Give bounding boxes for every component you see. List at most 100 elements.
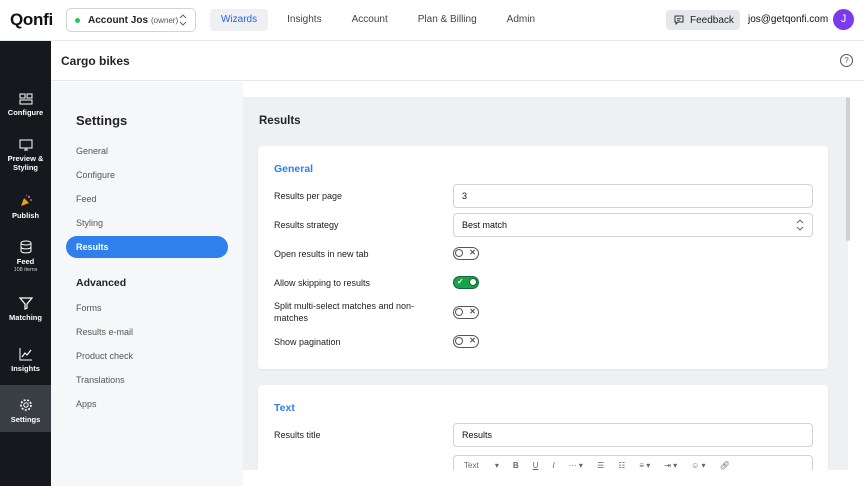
- rich-text-toolbar: Text ▾ B U I ··· ▾ ☰ ☷ ≡ ▾ ⇥ ▾ ☺ ▾ 🔗︎: [453, 455, 813, 470]
- settings-nav-product-check[interactable]: Product check: [66, 345, 228, 367]
- page-title: Cargo bikes: [61, 54, 130, 68]
- settings-nav-general[interactable]: General: [66, 140, 228, 162]
- sidebar-item-label: Publish: [11, 211, 40, 220]
- sidebar: Configure Preview & Styling Publish Feed…: [0, 41, 51, 486]
- account-name: Account Jos: [88, 14, 149, 26]
- text-card: Text Results title Results Text ▾ B U I …: [258, 385, 828, 470]
- settings-nav-forms[interactable]: Forms: [66, 297, 228, 319]
- toggle-knob: [455, 249, 463, 257]
- results-per-page-label: Results per page: [274, 191, 343, 201]
- bold-icon[interactable]: B: [513, 461, 519, 470]
- chat-icon: [674, 15, 684, 25]
- results-per-page-input[interactable]: 3: [453, 184, 813, 208]
- nav-insights[interactable]: Insights: [276, 9, 332, 31]
- content-title: Results: [259, 115, 301, 127]
- nav-admin[interactable]: Admin: [496, 9, 546, 31]
- split-matches-toggle[interactable]: ✕: [453, 306, 479, 319]
- results-strategy-select[interactable]: Best match: [453, 213, 813, 237]
- text-card-title: Text: [274, 402, 295, 414]
- settings-nav-results-email[interactable]: Results e-mail: [66, 321, 228, 343]
- page-header: Cargo bikes ?: [51, 41, 864, 81]
- italic-icon[interactable]: I: [552, 461, 554, 470]
- show-pagination-label: Show pagination: [274, 337, 341, 347]
- toggle-knob: [455, 308, 463, 316]
- text-style-label: Text: [464, 461, 479, 470]
- more-options-icon[interactable]: ··· ▾: [569, 461, 583, 470]
- feed-count: 108 items: [13, 267, 38, 273]
- settings-heading: Settings: [76, 113, 128, 128]
- settings-nav-results[interactable]: Results: [66, 236, 228, 258]
- results-title-label: Results title: [274, 430, 321, 440]
- show-pagination-toggle[interactable]: ✕: [453, 335, 479, 348]
- align-icon[interactable]: ≡ ▾: [639, 461, 650, 470]
- nav-account[interactable]: Account: [341, 9, 399, 31]
- underline-icon[interactable]: U: [533, 461, 539, 470]
- user-email[interactable]: jos@getqonfi.com: [748, 14, 828, 25]
- general-card: General Results per page 3 Results strat…: [258, 146, 828, 369]
- sidebar-item-label: Feed: [16, 257, 35, 266]
- emoji-icon[interactable]: ☺ ▾: [691, 461, 705, 470]
- database-icon: [20, 240, 31, 254]
- scrollbar[interactable]: [846, 97, 850, 241]
- sidebar-item-label: Matching: [9, 313, 42, 322]
- results-strategy-label: Results strategy: [274, 220, 339, 230]
- account-switcher[interactable]: Account Jos (owner): [66, 8, 196, 32]
- sidebar-item-preview-styling[interactable]: Preview & Styling: [0, 139, 51, 172]
- configure-icon: [19, 93, 32, 105]
- nav-plan-billing[interactable]: Plan & Billing: [407, 9, 488, 31]
- x-icon: ✕: [469, 248, 476, 257]
- account-role: (owner): [151, 15, 179, 25]
- check-icon: ✓: [457, 277, 464, 286]
- avatar[interactable]: J: [833, 9, 854, 30]
- sidebar-item-insights[interactable]: Insights: [0, 347, 51, 373]
- general-card-title: General: [274, 163, 314, 175]
- settings-nav-feed[interactable]: Feed: [66, 188, 228, 210]
- advanced-heading: Advanced: [76, 277, 127, 289]
- line-chart-icon: [19, 348, 32, 361]
- bullet-list-icon[interactable]: ☰: [597, 461, 604, 470]
- x-icon: ✕: [469, 307, 476, 316]
- filter-icon: [18, 297, 33, 310]
- settings-nav: Settings General Configure Feed Styling …: [51, 82, 243, 486]
- sidebar-item-label: Configure: [7, 108, 44, 117]
- sidebar-item-publish[interactable]: Publish: [0, 194, 51, 220]
- open-new-tab-toggle[interactable]: ✕: [453, 247, 479, 260]
- text-style-dropdown[interactable]: Text ▾: [464, 461, 499, 470]
- sidebar-item-label: Insights: [11, 364, 40, 373]
- nav-wizards[interactable]: Wizards: [210, 9, 269, 31]
- results-settings-panel: Results General Results per page 3 Resul…: [243, 97, 848, 470]
- sidebar-item-label: Settings: [10, 415, 41, 424]
- settings-nav-configure[interactable]: Configure: [66, 164, 228, 186]
- settings-nav-apps[interactable]: Apps: [66, 393, 228, 415]
- feedback-button[interactable]: Feedback: [666, 10, 740, 30]
- monitor-icon: [19, 139, 32, 151]
- results-title-input[interactable]: Results: [453, 423, 813, 447]
- numbered-list-icon[interactable]: ☷: [618, 461, 625, 470]
- sidebar-item-settings[interactable]: Settings: [0, 385, 51, 432]
- qonfi-logo[interactable]: Qonfi: [10, 10, 53, 30]
- top-bar: Qonfi Account Jos (owner) Wizards Insigh…: [0, 0, 864, 41]
- main-nav: Wizards Insights Account Plan & Billing …: [210, 9, 554, 31]
- gear-icon: [19, 399, 32, 411]
- toggle-knob: [469, 278, 477, 286]
- sidebar-item-configure[interactable]: Configure: [0, 93, 51, 117]
- results-strategy-value: Best match: [462, 220, 508, 230]
- feedback-label: Feedback: [690, 14, 734, 26]
- link-icon[interactable]: 🔗︎: [720, 461, 730, 470]
- sidebar-item-matching[interactable]: Matching: [0, 296, 51, 322]
- status-dot: [75, 17, 80, 23]
- party-popper-icon: [20, 194, 32, 206]
- split-matches-label: Split multi-select matches and non-match…: [274, 301, 415, 323]
- chevron-updown-icon: [796, 219, 804, 231]
- settings-nav-styling[interactable]: Styling: [66, 212, 228, 234]
- sidebar-item-feed[interactable]: Feed 108 items: [0, 240, 51, 275]
- sidebar-item-label: Preview & Styling: [7, 154, 44, 172]
- chevron-updown-icon: [179, 14, 187, 26]
- open-new-tab-label: Open results in new tab: [274, 249, 369, 259]
- x-icon: ✕: [469, 336, 476, 345]
- toggle-knob: [455, 337, 463, 345]
- help-icon[interactable]: ?: [840, 54, 853, 67]
- indent-icon[interactable]: ⇥ ▾: [664, 461, 677, 470]
- settings-nav-translations[interactable]: Translations: [66, 369, 228, 391]
- allow-skipping-toggle[interactable]: ✓: [453, 276, 479, 289]
